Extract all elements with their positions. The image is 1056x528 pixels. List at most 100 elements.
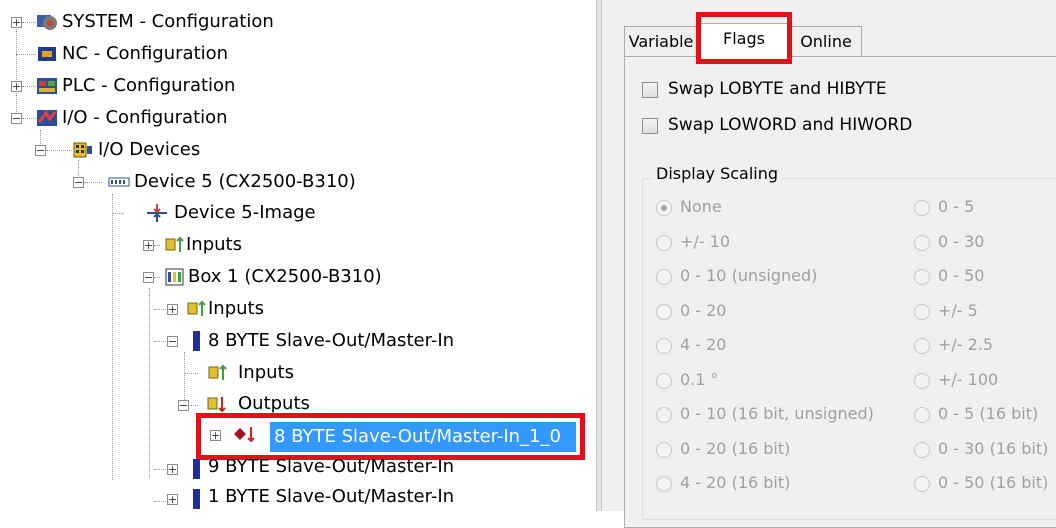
io-config-icon	[37, 110, 57, 126]
system-config-icon	[37, 15, 57, 30]
scaling-option-label: 0 - 50 (16 bit)	[938, 473, 1049, 492]
tree-item-inputs[interactable]: Inputs	[208, 298, 264, 320]
inputs-icon	[165, 236, 184, 252]
collapse-toggle[interactable]: −	[73, 177, 84, 188]
scaling-radio-left-4[interactable]	[656, 338, 672, 354]
tree-item-system[interactable]: SYSTEM - Configuration	[62, 11, 274, 33]
swap-word-checkbox[interactable]	[642, 118, 658, 134]
io-devices-icon	[73, 142, 92, 158]
scaling-radio-left-0[interactable]	[656, 200, 672, 216]
tree-item-box1[interactable]: Box 1 (CX2500-B310)	[188, 266, 382, 288]
device-icon	[108, 177, 130, 187]
highlight-box-selected	[196, 413, 585, 460]
collapse-toggle[interactable]: −	[178, 400, 189, 411]
scaling-radio-left-3[interactable]	[656, 303, 672, 320]
scaling-option-label: +/- 5	[938, 300, 978, 320]
scaling-option-label: None	[680, 197, 722, 216]
scaling-option-label: 0 - 30 (16 bit)	[938, 438, 1049, 458]
tree-line	[112, 213, 124, 214]
scaling-radio-right-5[interactable]	[914, 372, 930, 389]
expand-toggle[interactable]: +	[11, 17, 22, 28]
scaling-radio-left-2[interactable]	[656, 269, 672, 285]
tree-item-io[interactable]: I/O - Configuration	[62, 107, 228, 129]
plc-config-icon	[37, 78, 57, 94]
swap-word-label: Swap LOWORD and HIWORD	[668, 115, 913, 135]
scaling-radio-left-7[interactable]	[656, 441, 672, 458]
scaling-radio-right-7[interactable]	[914, 441, 930, 458]
tree-line	[154, 341, 168, 342]
collapse-toggle[interactable]: −	[143, 272, 154, 283]
tree-line	[154, 501, 168, 502]
expand-toggle[interactable]: +	[167, 464, 178, 475]
tab-online[interactable]: Online	[790, 26, 862, 56]
expand-toggle[interactable]: +	[167, 304, 178, 315]
tree-line	[84, 182, 102, 183]
tree-item-slave1[interactable]: 1 BYTE Slave-Out/Master-In	[208, 486, 454, 508]
scaling-option-label: 0 - 20	[680, 300, 727, 320]
tree-line	[16, 22, 17, 122]
tree-line	[22, 86, 36, 87]
tab-variable[interactable]: Variable	[624, 26, 698, 56]
scaling-option-label: +/- 10	[680, 231, 731, 251]
inputs-icon	[208, 364, 227, 380]
scaling-radio-right-3[interactable]	[914, 303, 930, 320]
scaling-option-label: +/- 2.5	[938, 335, 994, 354]
scaling-radio-right-6[interactable]	[914, 407, 930, 423]
tree-line	[184, 373, 198, 374]
collapse-toggle[interactable]: −	[11, 113, 22, 124]
tree-line	[154, 309, 168, 310]
scaling-option-label: 0 - 10 (16 bit, unsigned)	[680, 404, 874, 423]
scaling-radio-left-5[interactable]	[656, 372, 672, 389]
scaling-option-label: 4 - 20 (16 bit)	[680, 473, 791, 492]
tree-line	[46, 150, 72, 151]
highlight-box-flags-tab	[696, 12, 792, 64]
swap-byte-label: Swap LOBYTE and HIBYTE	[668, 79, 887, 99]
scaling-option-label: 0 - 5 (16 bit)	[938, 404, 1039, 423]
scaling-radio-right-1[interactable]	[914, 234, 930, 251]
collapse-toggle[interactable]: −	[35, 145, 46, 156]
scaling-radio-right-0[interactable]	[914, 200, 930, 216]
tree-line	[154, 245, 160, 246]
expand-toggle[interactable]: +	[11, 81, 22, 92]
tree-item-inputs[interactable]: Inputs	[238, 362, 294, 384]
scaling-option-label: 0 - 50	[938, 266, 985, 285]
tree-line	[190, 405, 198, 406]
scaling-radio-right-2[interactable]	[914, 269, 930, 285]
expand-toggle[interactable]: +	[167, 494, 178, 505]
tree-line	[22, 22, 36, 23]
image-icon	[147, 204, 167, 222]
tree-item-nc[interactable]: NC - Configuration	[62, 43, 228, 65]
swap-byte-checkbox[interactable]	[642, 82, 658, 98]
tree-item-slave8[interactable]: 8 BYTE Slave-Out/Master-In	[208, 330, 454, 352]
scaling-radio-left-6[interactable]	[656, 407, 672, 423]
nc-config-icon	[38, 47, 56, 61]
collapse-toggle[interactable]: −	[167, 336, 178, 347]
scaling-option-label: 0 - 5	[938, 197, 975, 216]
scaling-radio-right-4[interactable]	[914, 338, 930, 354]
scaling-option-label: 0.1 °	[680, 369, 719, 389]
scaling-radio-right-8[interactable]	[914, 476, 930, 492]
scaling-option-label: 0 - 30	[938, 231, 985, 251]
properties-panel: Variable Online Flags Swap LOBYTE and HI…	[602, 0, 1056, 528]
scaling-option-label: 4 - 20	[680, 335, 727, 354]
tree-item-plc[interactable]: PLC - Configuration	[62, 75, 235, 97]
tree-line	[154, 277, 160, 278]
tree-item-device5[interactable]: Device 5 (CX2500-B310)	[134, 171, 356, 193]
scaling-option-label: +/- 100	[938, 369, 999, 389]
tree-line	[154, 469, 168, 470]
solution-tree: + SYSTEM - Configuration NC - Configurat…	[0, 0, 596, 511]
tree-item-inputs[interactable]: Inputs	[186, 234, 242, 256]
scaling-radio-left-8[interactable]	[656, 476, 672, 492]
variable-block-icon	[193, 489, 200, 509]
expand-toggle[interactable]: +	[143, 240, 154, 251]
tree-line	[16, 54, 36, 55]
tree-item-io-devices[interactable]: I/O Devices	[98, 139, 200, 161]
tree-item-slave9[interactable]: 9 BYTE Slave-Out/Master-In	[208, 456, 454, 478]
variable-block-icon	[193, 331, 200, 351]
tree-item-outputs[interactable]: Outputs	[238, 393, 310, 415]
tree-line	[112, 194, 113, 480]
tree-item-device5-image[interactable]: Device 5-Image	[174, 202, 316, 224]
inputs-icon	[187, 300, 206, 316]
scaling-radio-left-1[interactable]	[656, 234, 672, 251]
display-scaling-title: Display Scaling	[652, 164, 783, 183]
